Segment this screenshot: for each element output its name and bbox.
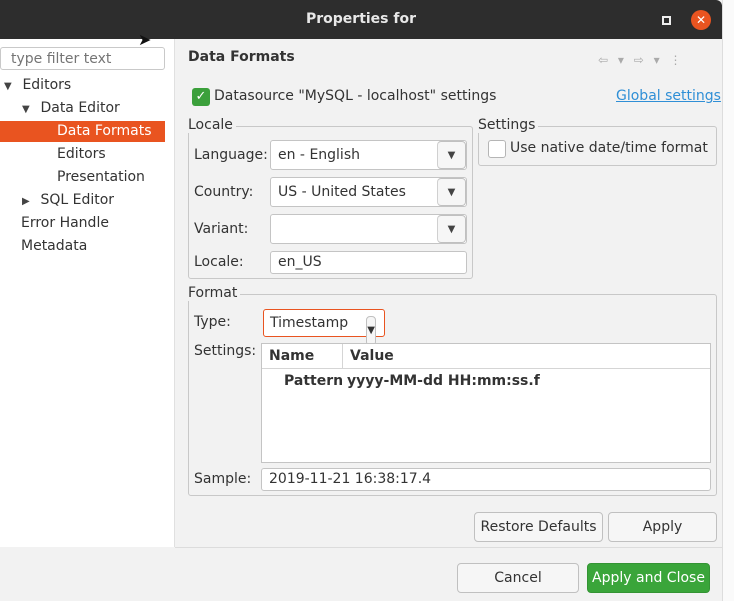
format-group-title: Format [188,285,241,301]
column-header-value[interactable]: Value [350,348,394,364]
chevron-down-icon[interactable]: ▼ [437,178,466,206]
settings-group-title: Settings [478,117,539,133]
locale-field[interactable]: en_US [270,251,467,274]
more-options-icon[interactable]: ⋮ [670,53,682,67]
restore-defaults-button[interactable]: Restore Defaults [474,512,603,542]
row-name: Pattern [284,373,344,389]
column-header-name[interactable]: Name [269,348,314,364]
country-value: US - United States [278,184,406,200]
tree-item-label: SQL Editor [40,192,115,208]
footer-divider [175,547,722,548]
tree-item-metadata[interactable]: Metadata [21,236,87,257]
maximize-icon[interactable] [662,16,671,25]
tree-item-data-formats[interactable]: Data Formats [0,121,165,142]
variant-combo[interactable]: ▼ [270,214,467,244]
settings-label: Settings: [194,343,257,359]
history-nav: ⇦ ▾ ⇨ ▾ ⋮ [598,53,688,67]
row-value[interactable]: yyyy-MM-dd HH:mm:ss.f [347,373,540,389]
filter-input[interactable] [0,47,165,70]
properties-dialog: Properties for ✕ ▼ Editors ▼ Data Editor… [0,0,734,601]
sidebar: ▼ Editors ▼ Data Editor Data Formats Edi… [0,39,175,547]
tree-item-label: Metadata [21,238,88,254]
cancel-button[interactable]: Cancel [457,563,579,593]
apply-and-close-button[interactable]: Apply and Close [587,563,710,593]
tree-item-presentation[interactable]: Presentation [57,167,145,188]
collapse-arrow-icon[interactable]: ▶ [22,191,36,212]
check-icon: ✓ [195,89,207,104]
format-settings-table[interactable]: Name Value Pattern yyyy-MM-dd HH:mm:ss.f [261,343,711,463]
language-label: Language: [194,147,268,163]
back-menu-icon[interactable]: ▾ [618,53,624,67]
tree-item-label: Error Handle [21,215,109,231]
back-arrow-icon[interactable]: ⇦ [598,53,608,67]
page-title: Data Formats [188,49,295,65]
forward-menu-icon[interactable]: ▾ [654,53,660,67]
tree-item-error-handle[interactable]: Error Handle [21,213,109,234]
table-row[interactable]: Pattern yyyy-MM-dd HH:mm:ss.f [262,370,710,394]
country-combo[interactable]: US - United States ▼ [270,177,467,207]
type-combo[interactable]: Timestamp ▼ [263,309,385,346]
tree-item-label: Editors [22,77,72,93]
expand-arrow-icon[interactable]: ▼ [4,76,18,97]
country-label: Country: [194,184,254,200]
chevron-down-icon[interactable]: ▼ [366,316,376,346]
native-format-label: Use native date/time format [510,140,708,156]
chevron-down-icon[interactable]: ▼ [437,215,466,243]
global-settings-link[interactable]: Global settings [616,88,721,104]
close-icon[interactable]: ✕ [691,10,711,30]
tree-item-sql-editor[interactable]: ▶ SQL Editor [22,190,114,211]
table-header: Name Value [262,344,710,369]
column-divider[interactable] [342,344,343,369]
sample-field[interactable]: 2019-11-21 16:38:17.4 [261,468,711,491]
variant-label: Variant: [194,221,249,237]
type-value: Timestamp [270,315,349,331]
datasource-settings-checkbox[interactable]: ✓ [192,88,210,106]
background-window-edge [722,0,734,601]
language-combo[interactable]: en - English ▼ [270,140,467,170]
language-value: en - English [278,147,360,163]
tree-item-label: Presentation [57,169,145,185]
sample-label: Sample: [194,471,252,487]
mouse-pointer-icon: ➤ [138,30,152,49]
locale-label: Locale: [194,254,244,270]
type-label: Type: [194,314,231,330]
title-bar: Properties for ✕ [0,0,722,39]
locale-group-title: Locale [188,117,236,133]
forward-arrow-icon[interactable]: ⇨ [634,53,644,67]
apply-button[interactable]: Apply [608,512,717,542]
expand-arrow-icon[interactable]: ▼ [22,99,36,120]
window-title: Properties for [305,11,416,27]
tree-item-editors-sub[interactable]: Editors [57,144,106,165]
tree-item-label: Editors [57,146,106,162]
tree-item-label: Data Formats [57,123,152,139]
tree-item-editors[interactable]: ▼ Editors [4,75,164,96]
tree-item-data-editor[interactable]: ▼ Data Editor [22,98,164,119]
chevron-down-icon[interactable]: ▼ [437,141,466,169]
datasource-settings-label: Datasource "MySQL - localhost" settings [214,88,497,104]
native-format-checkbox[interactable] [488,140,506,158]
tree-item-label: Data Editor [40,100,120,116]
